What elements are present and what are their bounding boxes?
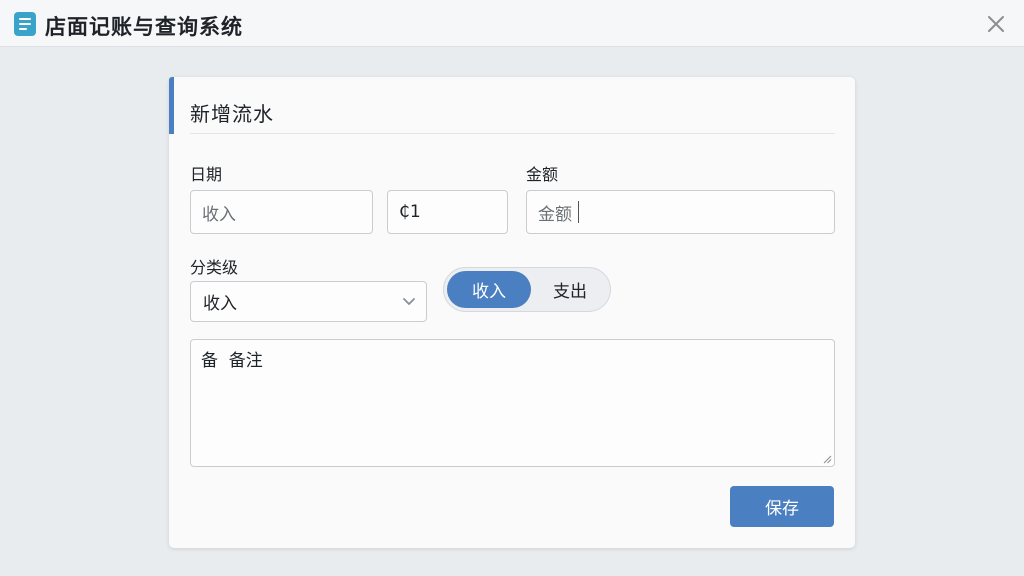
text-cursor (578, 201, 579, 223)
toggle-income[interactable]: 收入 (447, 271, 531, 308)
note-placeholder: 备 备注 (201, 351, 263, 371)
date-field[interactable]: ₵1 (387, 190, 508, 234)
card-accent-bar (169, 77, 174, 134)
entry-type-field[interactable]: 收入 (190, 190, 373, 234)
save-button[interactable]: 保存 (730, 486, 834, 527)
window-title: 店面记账与查询系统 (45, 15, 243, 39)
chevron-down-icon (403, 298, 415, 306)
toggle-expense[interactable]: 支出 (534, 271, 606, 308)
resize-grip-icon[interactable] (823, 455, 832, 464)
category-select[interactable]: 收入 (190, 281, 427, 322)
income-expense-toggle: 收入 支出 (443, 267, 611, 312)
date-value: ₵1 (399, 202, 421, 222)
amount-placeholder: 金额 (538, 204, 572, 225)
category-label: 分类级 (190, 258, 239, 277)
entry-form-card: 新增流水 日期 收入 ₵1 金额 金额 分类级 收入 收入 支出 备 备注 保存 (169, 77, 855, 548)
amount-label: 金额 (526, 165, 559, 184)
title-bar: 店面记账与查询系统 (0, 0, 1024, 47)
note-textarea[interactable]: 备 备注 (190, 339, 835, 467)
divider (190, 133, 835, 134)
close-icon[interactable] (984, 12, 1008, 36)
category-selected: 收入 (203, 294, 237, 314)
amount-input[interactable]: 金额 (526, 190, 835, 234)
entry-type-placeholder: 收入 (202, 204, 236, 225)
document-icon (14, 12, 36, 36)
form-title: 新增流水 (190, 102, 274, 126)
date-label: 日期 (190, 165, 223, 184)
